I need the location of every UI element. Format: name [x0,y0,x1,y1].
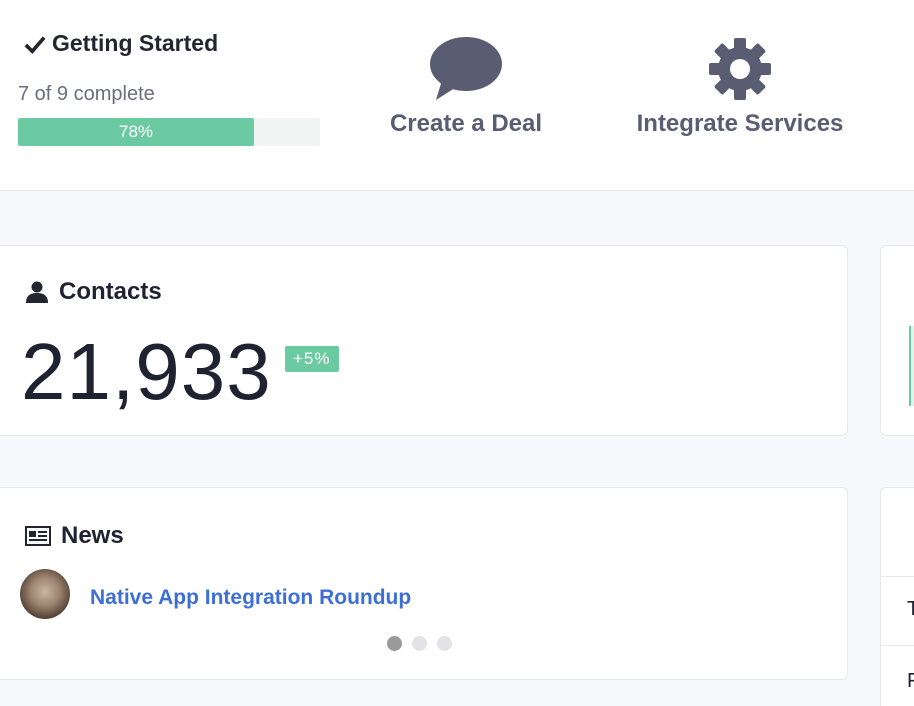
progress-percent: 78% [118,122,154,141]
contacts-count: 21,933 [21,327,272,416]
getting-started-title-text: Getting Started [52,30,219,56]
create-deal-label: Create a Deal [389,110,543,137]
row-initial: T [907,598,914,620]
chart-sliver [909,326,914,406]
carousel-dot[interactable] [437,636,452,651]
right-card-bottom: T F [880,487,914,706]
carousel-dot[interactable] [387,636,402,651]
integrate-services-button[interactable]: Integrate Services [626,36,854,138]
contacts-title: Contacts [25,278,162,306]
news-link[interactable]: Native App Integration Roundup [90,586,411,610]
carousel-dot[interactable] [412,636,427,651]
getting-started-title[interactable]: Getting Started [24,30,218,57]
carousel-dots [387,636,452,651]
integrate-services-label: Integrate Services [636,110,844,137]
checkmark-icon [24,35,46,54]
row-initial: F [907,670,914,692]
divider [881,576,914,577]
news-card: News Native App Integration Roundup [0,487,848,680]
divider [881,645,914,646]
gear-icon [709,38,771,100]
getting-started-bar: Getting Started 7 of 9 complete 78% Crea… [0,0,914,191]
contacts-card[interactable]: Contacts 21,933 +5% [0,245,848,436]
news-title: News [25,522,124,550]
contacts-title-text: Contacts [59,278,162,305]
progress-text: 7 of 9 complete [18,83,155,105]
progress-bar: 78% [18,118,320,146]
newspaper-icon [25,526,51,546]
avatar [20,569,70,619]
contacts-change-badge: +5% [285,346,339,372]
right-card-top [880,245,914,436]
create-deal-button[interactable]: Create a Deal [374,36,558,138]
news-title-text: News [61,522,124,549]
person-icon [26,281,48,303]
speech-bubble-icon [430,37,502,100]
